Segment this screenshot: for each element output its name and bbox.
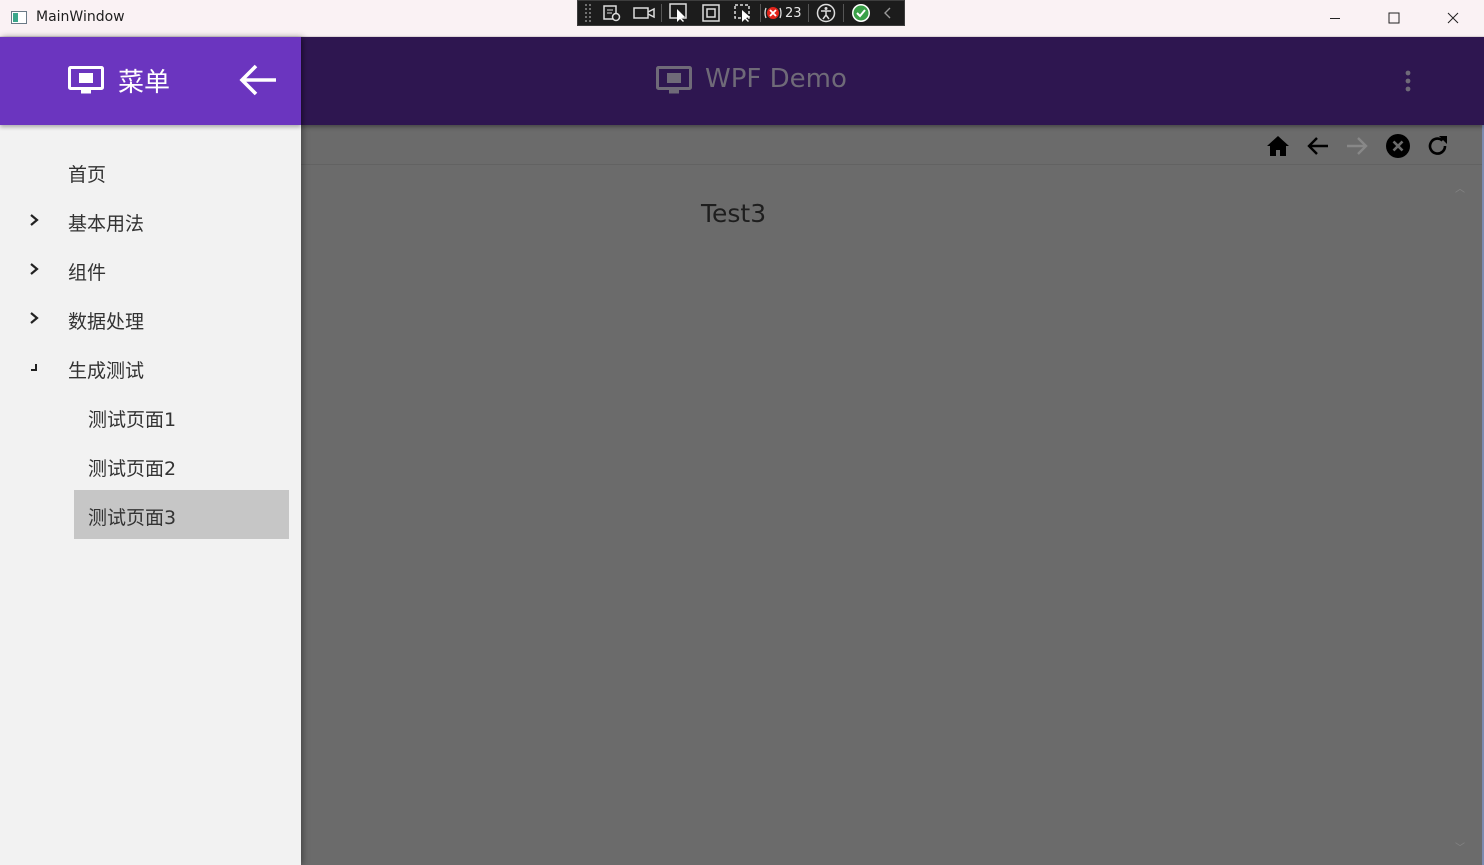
window-title: MainWindow [36,9,125,25]
app-title: WPF Demo [705,64,847,94]
separator [842,4,844,22]
app-bar: WPF Demo [301,37,1484,125]
video-icon[interactable] [628,1,660,25]
separator [661,4,662,22]
nav-subitem-label: 测试页面3 [88,507,177,529]
nav-subitem-test-page-1[interactable]: 测试页面1 [0,392,301,441]
chevron-right-icon[interactable] [28,262,40,276]
chevron-right-icon[interactable] [28,311,40,325]
monitor-icon [656,66,692,100]
home-icon[interactable] [1265,133,1291,159]
nav-tree: 首页 基本用法 组件 数据处理 生成测试 测试页面1 测试页面2 测试页面3 [0,147,301,539]
more-vert-icon[interactable] [1401,69,1415,97]
navigation-drawer: 菜单 首页 基本用法 组件 数据处理 生成测试 测试页面1 测试页面2 测试页面… [0,37,301,865]
navigation-toolbar [301,125,1484,165]
display-layout-icon[interactable] [695,1,727,25]
live-visual-tree-icon[interactable] [596,1,628,25]
binding-failure-count: 23 [785,5,802,21]
select-element-icon[interactable] [663,1,695,25]
nav-item-label: 组件 [68,262,107,284]
separator [760,4,761,22]
nav-item-basic-usage[interactable]: 基本用法 [0,196,301,245]
page-content-text: Test3 [701,199,767,228]
debug-toolbar: 23 [577,0,905,26]
maximize-button[interactable] [1365,0,1423,36]
close-button[interactable] [1424,0,1482,36]
drawer-header: 菜单 [0,37,301,125]
collapse-toolbar-icon[interactable] [877,1,899,25]
monitor-icon [68,66,104,100]
app-icon [11,11,27,24]
nav-item-components[interactable]: 组件 [0,245,301,294]
chevron-right-icon[interactable] [28,213,40,227]
binding-failures-icon[interactable] [762,1,784,25]
scroll-up-icon[interactable]: ︿ [1450,180,1470,198]
nav-item-home[interactable]: 首页 [0,147,301,196]
nav-item-generate-test[interactable]: 生成测试 [0,343,301,392]
track-focus-icon[interactable] [727,1,759,25]
minimize-button[interactable] [1306,0,1364,36]
drawer-title: 菜单 [118,68,171,98]
hot-reload-ok-icon[interactable] [845,1,877,25]
content-area: Test3 ︿ ﹀ [301,166,1484,865]
arrow-forward-icon[interactable] [1344,133,1370,159]
accessibility-icon[interactable] [810,1,842,25]
nav-item-label: 首页 [68,164,107,186]
refresh-icon[interactable] [1425,133,1451,159]
nav-item-label: 数据处理 [68,311,145,333]
nav-item-data-processing[interactable]: 数据处理 [0,294,301,343]
close-drawer-button[interactable] [238,63,278,101]
nav-subitem-label: 测试页面2 [88,458,177,480]
nav-subitem-test-page-2[interactable]: 测试页面2 [0,441,301,490]
expanded-indicator-icon[interactable] [28,360,40,374]
scroll-down-icon[interactable]: ﹀ [1450,839,1470,857]
arrow-back-icon[interactable] [1305,133,1331,159]
title-bar: MainWindow 23 [0,0,1484,37]
nav-subitem-label: 测试页面1 [88,409,177,431]
nav-item-label: 生成测试 [68,360,145,382]
close-circle-icon[interactable] [1385,133,1411,159]
grip-icon[interactable] [584,3,592,23]
nav-subitem-test-page-3[interactable]: 测试页面3 [0,490,301,539]
separator [807,4,809,22]
nav-item-label: 基本用法 [68,213,145,235]
